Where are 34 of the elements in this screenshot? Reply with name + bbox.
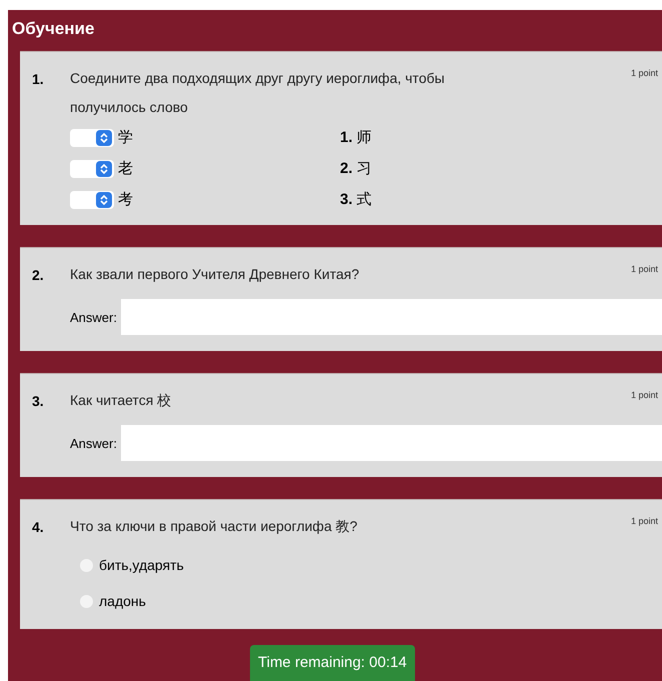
character-label: 考 [118,190,133,209]
question-number: 3. [32,392,45,411]
points-label: 1 point [630,264,658,274]
match-select[interactable] [70,190,114,208]
stepper-icon [96,192,112,208]
match-select[interactable] [70,128,114,146]
match-option: 3. 式 [340,190,658,209]
stepper-icon [96,160,112,176]
question-text: Как читается 校 [70,391,172,410]
points-label: 1 point [630,516,658,526]
match-option: 2. 习 [340,159,658,178]
answer-label: Answer: [70,436,117,450]
points-label: 1 point [630,68,658,78]
answer-field[interactable] [120,299,662,335]
radio-button[interactable] [80,594,93,608]
timer-badge: Time remaining: 00:14 [250,645,415,681]
question-text: Соедините два подходящих друг другу иероглифа, чтобы получилось слово [70,69,446,117]
stepper-icon [96,130,112,146]
points-label: 1 point [630,390,658,400]
character-label: 学 [118,128,133,147]
option-label: ладонь [99,593,146,609]
answer-label: Answer: [70,310,117,324]
question-number: 1. [32,70,45,89]
answer-field[interactable] [120,425,662,461]
question-number: 2. [32,266,45,285]
question-text: Как звали первого Учителя Древнего Китая? [70,265,360,284]
option-label: бить,ударять [99,557,184,573]
question-text: Что за ключи в правой части иероглифа 教? [70,517,358,536]
radio-button[interactable] [80,558,93,572]
question-number: 4. [32,518,45,537]
match-option: 1. 师 [340,128,658,147]
quiz-title: Обучение [12,18,96,40]
character-label: 老 [118,159,133,178]
match-select[interactable] [70,160,114,178]
